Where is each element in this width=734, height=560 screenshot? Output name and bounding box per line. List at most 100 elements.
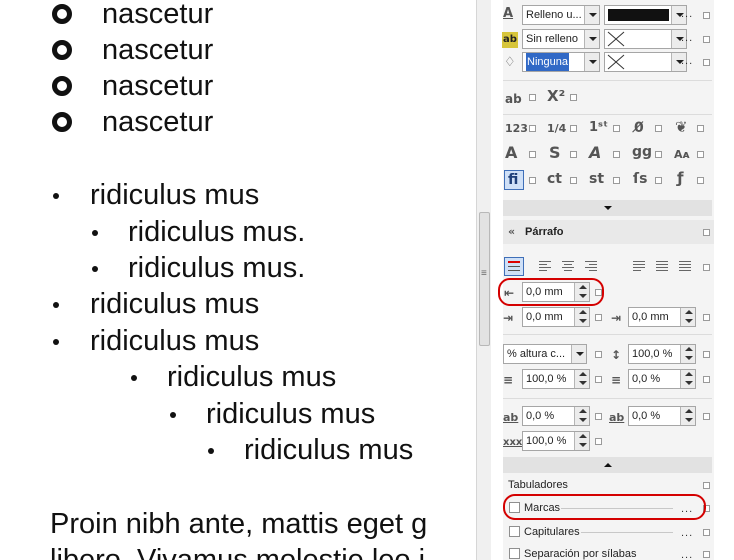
- slashed-zero-icon[interactable]: 0̸: [634, 120, 644, 136]
- word-spacing-icon: ab: [609, 411, 625, 424]
- line-spacing-input[interactable]: 100,0 %: [628, 344, 696, 364]
- option-checkbox[interactable]: [529, 94, 536, 101]
- option-checkbox[interactable]: [703, 12, 710, 19]
- option-checkbox[interactable]: [703, 351, 710, 358]
- option-checkbox[interactable]: [703, 314, 710, 321]
- option-checkbox[interactable]: [613, 177, 620, 184]
- ordinals-icon[interactable]: 1ˢᵗ: [589, 120, 608, 136]
- discretionary-ligatures-icon[interactable]: ct: [547, 171, 562, 187]
- list-item: nascetur: [102, 34, 214, 66]
- option-checkbox[interactable]: [655, 151, 662, 158]
- align-force-justify-icon[interactable]: [679, 261, 693, 273]
- option-checkbox[interactable]: [570, 94, 577, 101]
- option-checkbox[interactable]: [703, 551, 710, 558]
- option-checkbox[interactable]: [613, 125, 620, 132]
- align-justify-icon[interactable]: [633, 261, 647, 273]
- option-checkbox[interactable]: [703, 376, 710, 383]
- option-checkbox[interactable]: [613, 151, 620, 158]
- collapse-icon: «: [508, 225, 516, 238]
- ligatures-button-active[interactable]: fi: [504, 170, 524, 190]
- font-fill-select[interactable]: Relleno u...: [522, 5, 600, 25]
- stylistic-set-icon[interactable]: S: [549, 145, 561, 161]
- font-color-select[interactable]: [604, 5, 687, 25]
- line-spacing-unit-select[interactable]: % altura c...: [503, 344, 587, 364]
- paragraph-text: Proin nibh ante, mattis eget g: [50, 508, 428, 540]
- historical-forms-icon[interactable]: ſs: [633, 171, 647, 187]
- historical-ligatures-icon[interactable]: st: [589, 171, 604, 187]
- more-options-button[interactable]: ...: [681, 56, 693, 67]
- language-spacing-input[interactable]: 100,0 %: [522, 431, 590, 451]
- collapse-paragraph-options[interactable]: [503, 457, 712, 473]
- option-checkbox[interactable]: [570, 177, 577, 184]
- option-checkbox[interactable]: [595, 413, 602, 420]
- option-checkbox[interactable]: [655, 125, 662, 132]
- list-marker-ring: [52, 76, 72, 96]
- background-color-select[interactable]: [604, 29, 687, 49]
- word-spacing-input[interactable]: 0,0 %: [628, 406, 696, 426]
- swash-icon[interactable]: A: [589, 145, 601, 161]
- bullet-marker: [170, 412, 176, 418]
- background-fill-select[interactable]: Sin relleno: [522, 29, 600, 49]
- character-spacing-icon: ab: [503, 411, 519, 424]
- subscript-icon[interactable]: ab: [505, 91, 522, 107]
- option-checkbox[interactable]: [703, 413, 710, 420]
- expand-character-options[interactable]: [503, 200, 712, 216]
- option-checkbox[interactable]: [703, 529, 710, 536]
- list-item: nascetur: [102, 106, 214, 138]
- ornaments-icon[interactable]: ❦: [675, 119, 688, 135]
- fractions-icon[interactable]: 1/4: [547, 121, 566, 137]
- align-center-icon[interactable]: [562, 261, 576, 273]
- option-checkbox[interactable]: [529, 151, 536, 158]
- highlight-annotation: [503, 494, 706, 520]
- align-full-justify-icon[interactable]: [656, 261, 670, 273]
- list-item: ridiculus mus.: [128, 216, 306, 248]
- align-left-icon[interactable]: [539, 261, 553, 273]
- no-alignment-button[interactable]: [504, 257, 524, 276]
- left-indent-input[interactable]: 0,0 mm: [522, 307, 590, 327]
- outline-color-select[interactable]: [604, 52, 687, 72]
- space-after-input[interactable]: 0,0 %: [628, 369, 696, 389]
- numerals-icon[interactable]: 123: [505, 121, 528, 137]
- titling-alternates-icon[interactable]: A: [505, 145, 517, 161]
- option-checkbox[interactable]: [697, 177, 704, 184]
- option-checkbox[interactable]: [703, 36, 710, 43]
- divider: [503, 398, 712, 399]
- dropcaps-settings-button[interactable]: ...: [681, 528, 693, 539]
- paragraph-section-header[interactable]: « Párrafo: [503, 220, 714, 244]
- small-caps-icon[interactable]: Aᴀ: [674, 147, 690, 163]
- option-checkbox[interactable]: [529, 125, 536, 132]
- list-item: nascetur: [102, 70, 214, 102]
- option-checkbox[interactable]: [595, 376, 602, 383]
- document-canvas[interactable]: nascetur nascetur nascetur nascetur ridi…: [0, 0, 476, 560]
- section-title: Párrafo: [525, 226, 564, 238]
- tabs-section-label[interactable]: Tabuladores: [508, 478, 568, 492]
- outline-select[interactable]: Ninguna: [522, 52, 600, 72]
- option-checkbox[interactable]: [595, 314, 602, 321]
- right-indent-input[interactable]: 0,0 mm: [628, 307, 696, 327]
- option-checkbox[interactable]: [703, 59, 710, 66]
- option-checkbox[interactable]: [703, 482, 710, 489]
- dropcaps-checkbox[interactable]: [509, 526, 520, 537]
- more-options-button[interactable]: ...: [681, 33, 693, 44]
- option-checkbox[interactable]: [570, 125, 577, 132]
- superscript-icon[interactable]: X²: [547, 88, 565, 104]
- space-before-input[interactable]: 100,0 %: [522, 369, 590, 389]
- option-checkbox[interactable]: [570, 151, 577, 158]
- vertical-scrollbar[interactable]: ≡: [476, 0, 491, 560]
- option-checkbox[interactable]: [697, 151, 704, 158]
- contextual-alternates-icon[interactable]: ƒ: [677, 170, 684, 186]
- option-checkbox[interactable]: [595, 351, 602, 358]
- option-checkbox[interactable]: [529, 177, 536, 184]
- option-checkbox[interactable]: [595, 438, 602, 445]
- character-spacing-input[interactable]: 0,0 %: [522, 406, 590, 426]
- hyphenation-settings-button[interactable]: ...: [681, 550, 693, 560]
- option-checkbox[interactable]: [697, 125, 704, 132]
- align-right-icon[interactable]: [585, 261, 599, 273]
- more-options-button[interactable]: ...: [681, 9, 693, 20]
- hyphenation-checkbox[interactable]: [509, 548, 520, 559]
- option-checkbox[interactable]: [703, 264, 710, 271]
- scrollbar-thumb[interactable]: [479, 212, 490, 346]
- stylistic-alternates-icon[interactable]: gg: [632, 144, 652, 160]
- option-checkbox[interactable]: [703, 229, 710, 236]
- option-checkbox[interactable]: [655, 177, 662, 184]
